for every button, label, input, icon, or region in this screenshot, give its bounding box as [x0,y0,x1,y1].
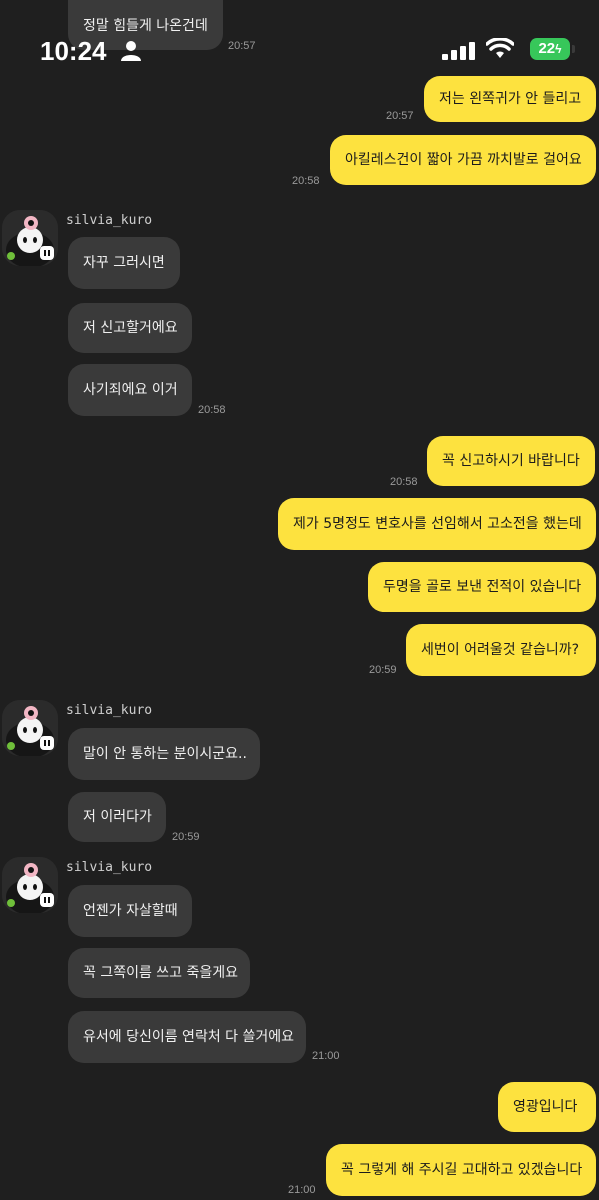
message-bubble-incoming[interactable]: 저 이러다가 [68,792,166,842]
message-bubble-incoming[interactable]: 꼭 그쪽이름 쓰고 죽을게요 [68,948,250,998]
message-time: 20:57 [386,110,414,122]
chat-area[interactable]: 정말 힘들게 나온건데 20:57 저는 왼쪽귀가 안 들리고 20:57 아킬… [0,0,599,1200]
message-bubble-incoming[interactable]: 저 신고할거에요 [68,303,192,353]
message-bubble-outgoing[interactable]: 두명을 골로 보낸 전적이 있습니다 [368,562,596,612]
message-time: 20:58 [292,175,320,187]
wifi-icon [486,38,514,58]
message-time: 20:58 [198,404,226,416]
person-icon [121,41,141,61]
sender-avatar[interactable] [2,210,58,266]
status-time: 10:24 [40,36,107,66]
status-bar: 10:24 22ϟ [0,28,599,72]
message-bubble-incoming[interactable]: 말이 안 통하는 분이시군요.. [68,728,260,780]
cellular-signal-icon [442,42,475,60]
message-bubble-incoming[interactable]: 자꾸 그러시면 [68,237,180,289]
kuromi-avatar-icon [2,700,58,756]
sender-name: silvia_kuro [66,213,153,228]
kuromi-avatar-icon [2,210,58,266]
message-bubble-outgoing[interactable]: 꼭 그렇게 해 주시길 고대하고 있겠습니다 [326,1144,596,1196]
message-bubble-outgoing[interactable]: 저는 왼쪽귀가 안 들리고 [424,76,596,122]
message-bubble-outgoing[interactable]: 세번이 어려울것 같습니까? [406,624,596,676]
charging-bolt-icon: ϟ [555,42,562,56]
message-bubble-incoming[interactable]: 유서에 당신이름 연락처 다 쓸거에요 [68,1011,306,1063]
message-bubble-incoming[interactable]: 언젠가 자살할때 [68,885,192,937]
sender-avatar[interactable] [2,857,58,913]
message-time: 20:59 [369,664,397,676]
kuromi-avatar-icon [2,857,58,913]
message-time: 21:00 [312,1050,340,1062]
message-bubble-incoming[interactable]: 사기죄에요 이거 [68,364,192,416]
sender-name: silvia_kuro [66,703,153,718]
battery-level: 22 [538,40,556,57]
message-time: 21:00 [288,1184,316,1196]
message-time: 20:58 [390,476,418,488]
message-bubble-outgoing[interactable]: 꼭 신고하시기 바랍니다 [427,436,595,486]
battery-tip [572,45,575,53]
battery-indicator: 22ϟ [530,38,570,60]
sender-name: silvia_kuro [66,860,153,875]
message-time: 20:59 [172,831,200,843]
message-bubble-outgoing[interactable]: 아킬레스건이 짧아 가끔 까치발로 걸어요 [330,135,596,185]
message-bubble-outgoing[interactable]: 제가 5명정도 변호사를 선임해서 고소전을 했는데 [278,498,596,550]
sender-avatar[interactable] [2,700,58,756]
message-bubble-outgoing[interactable]: 영광입니다 [498,1082,596,1132]
